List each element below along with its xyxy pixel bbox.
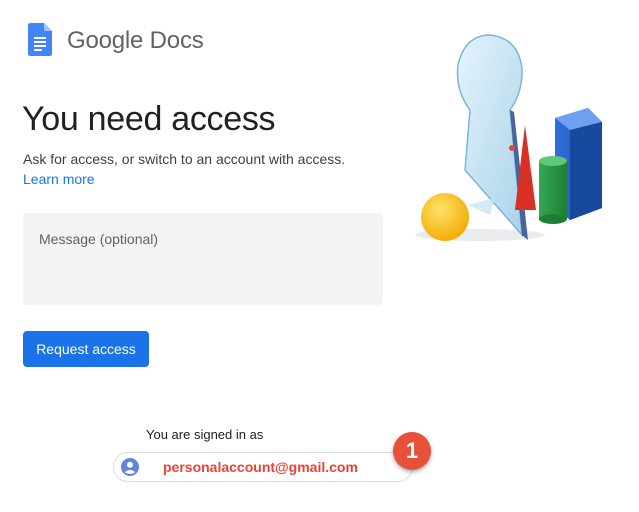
learn-more-link[interactable]: Learn more	[23, 171, 95, 187]
google-docs-icon	[28, 23, 52, 56]
brand-name: Google Docs	[67, 27, 204, 54]
keyhole-illustration	[410, 30, 610, 255]
message-input[interactable]	[23, 213, 383, 305]
step-number-badge: 1	[393, 432, 431, 470]
account-email: personalaccount@gmail.com	[163, 459, 358, 475]
account-switcher[interactable]: personalaccount@gmail.com	[113, 452, 413, 482]
account-circle-icon	[121, 458, 139, 476]
page-title: You need access	[22, 100, 276, 138]
signed-in-label: You are signed in as	[146, 427, 264, 442]
page-subtitle: Ask for access, or switch to an account …	[23, 151, 346, 167]
request-access-button[interactable]: Request access	[23, 331, 149, 367]
